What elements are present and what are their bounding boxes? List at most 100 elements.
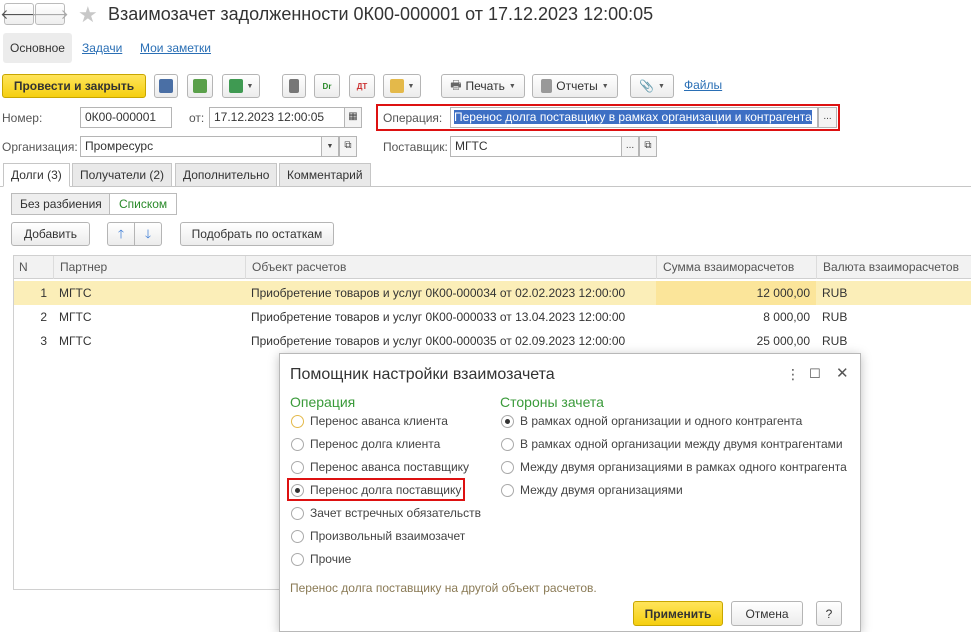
reports-button[interactable]: Отчеты ▼ [532,74,618,98]
radio-icon [291,506,304,520]
create-based-on-button[interactable]: ▼ [222,74,260,98]
tab-additional[interactable]: Дополнительно [175,163,278,187]
radio-icon [291,437,304,451]
supplier-select-button[interactable]: ... [621,136,639,157]
forward-button[interactable]: 🡒 [31,3,69,25]
favorite-star-icon[interactable]: ★ [78,2,98,28]
operation-heading: Операция [290,394,356,410]
operation-label: Операция: [383,111,443,125]
column-object[interactable]: Объект расчетов [245,256,656,279]
radio-icon [501,483,514,497]
tab-tasks[interactable]: Задачи [82,33,122,63]
calendar-button[interactable]: ▦ [344,107,362,128]
radio-icon [291,460,304,474]
radio-side-two-orgs-one-counterparty[interactable]: Между двумя организациями в рамках одног… [501,458,847,476]
radio-client-debt[interactable]: Перенос долга клиента [291,435,440,453]
radio-arbitrary-offset[interactable]: Произвольный взаимозачет [291,527,465,545]
radio-label: В рамках одной организации и одного конт… [520,414,803,428]
table-row[interactable]: 1 МГТС Приобретение товаров и услуг 0К00… [13,281,971,305]
radio-icon [501,437,514,451]
maximize-icon[interactable]: ☐ [809,366,821,382]
supplier-field[interactable]: МГТС [450,136,622,157]
row-partner: МГТС [59,334,92,348]
organization-open-button[interactable]: ⧉ [339,136,357,157]
tab-comment[interactable]: Комментарий [279,163,371,187]
tab-debts[interactable]: Долги (3) [3,163,70,187]
create-based-icon [228,79,243,93]
attach-button[interactable]: 📎 ▼ [630,74,674,98]
chevron-down-icon: ▼ [326,143,334,150]
reports-icon [541,79,553,93]
column-partner[interactable]: Партнер [53,256,245,279]
column-sum[interactable]: Сумма взаиморасчетов [656,256,816,279]
supplier-open-button[interactable]: ⧉ [639,136,657,157]
cancel-button[interactable]: Отмена [731,601,803,626]
list-toggle[interactable]: Списком [109,193,178,215]
paperclip-icon: 📎 [639,79,654,93]
document-list-button[interactable] [282,74,306,98]
row-partner: МГТС [59,286,92,300]
column-n[interactable]: N [13,256,53,279]
table-bottom-border [13,589,280,590]
post-button[interactable] [187,74,213,98]
move-up-button[interactable]: 🡑 [107,222,135,246]
date-field[interactable]: 17.12.2023 12:00:05 [209,107,345,128]
radio-client-advance[interactable]: Перенос аванса клиента [291,412,448,430]
table-row[interactable]: 2 МГТС Приобретение товаров и услуг 0К00… [13,305,971,329]
radio-other[interactable]: Прочие [291,550,351,568]
arrow-down-icon: 🡓 [144,227,152,241]
radio-icon [291,414,304,428]
accounting-entries-button[interactable]: ДТ [349,74,375,98]
chevron-down-icon: ▼ [508,82,516,90]
radio-side-two-orgs[interactable]: Между двумя организациями [501,481,683,499]
number-field[interactable]: 0К00-000001 [80,107,172,128]
list-icon [289,79,299,93]
operation-hint: Перенос долга поставщику на другой объек… [290,581,597,595]
radio-icon [291,529,304,543]
no-split-toggle[interactable]: Без разбиения [11,193,111,215]
radio-side-one-org-one-counterparty[interactable]: В рамках одной организации и одного конт… [501,412,802,430]
dt-ct-button[interactable]: Dr [314,74,340,98]
save-icon [159,79,173,93]
row-object: Приобретение товаров и услуг 0К00-000033… [251,310,626,324]
date-label: от: [189,111,205,125]
radio-supplier-advance[interactable]: Перенос аванса поставщику [291,458,469,476]
radio-icon [501,460,514,474]
chevron-down-icon: ▼ [658,82,665,90]
arrow-right-icon: 🡒 [31,5,69,22]
radio-mutual-obligations[interactable]: Зачет встречных обязательств [291,504,481,522]
apply-button[interactable]: Применить [633,601,723,626]
tab-basic[interactable]: Основное [3,33,72,63]
save-button[interactable] [154,74,178,98]
column-currency[interactable]: Валюта взаиморасчетов [816,256,971,279]
organization-dropdown[interactable]: ▼ [321,136,339,157]
more-icon[interactable]: ⋮ [786,366,800,383]
help-button[interactable]: ? [816,601,842,626]
organization-field[interactable]: Промресурс [80,136,322,157]
operation-select-button[interactable]: ... [818,107,837,128]
tab-notes[interactable]: Мои заметки [140,33,211,63]
radio-label: Перенос аванса поставщику [310,460,470,474]
files-link[interactable]: Файлы [684,78,722,92]
radio-side-one-org-two-counterparties[interactable]: В рамках одной организации между двумя к… [501,435,843,453]
radio-supplier-debt[interactable]: Перенос долга поставщику [291,481,461,499]
row-sum: 25 000,00 [756,334,810,348]
pick-by-balance-button[interactable]: Подобрать по остаткам [180,222,334,246]
post-and-close-button[interactable]: Провести и закрыть [2,74,146,98]
back-button[interactable]: 🡐 [0,3,38,25]
row-sum: 12 000,00 [656,281,816,305]
radio-label: Перенос аванса клиента [310,414,448,428]
attachments-dropdown-button[interactable]: ▼ [383,74,421,98]
close-icon[interactable]: ✕ [836,364,849,382]
table-row[interactable]: 3 МГТС Приобретение товаров и услуг 0К00… [13,329,971,353]
tab-recipients[interactable]: Получатели (2) [72,163,173,187]
organization-label: Организация: [2,140,78,154]
add-button[interactable]: Добавить [11,222,90,246]
operation-field[interactable]: Перенос долга поставщику в рамках органи… [450,107,818,128]
operation-value: Перенос долга поставщику в рамках органи… [454,110,812,124]
accounting-icon: ДТ [356,81,368,91]
print-button[interactable]: 🖶 Печать ▼ [441,74,525,98]
move-down-button[interactable]: 🡓 [134,222,162,246]
radio-icon [291,483,304,497]
row-number: 3 [40,334,47,348]
